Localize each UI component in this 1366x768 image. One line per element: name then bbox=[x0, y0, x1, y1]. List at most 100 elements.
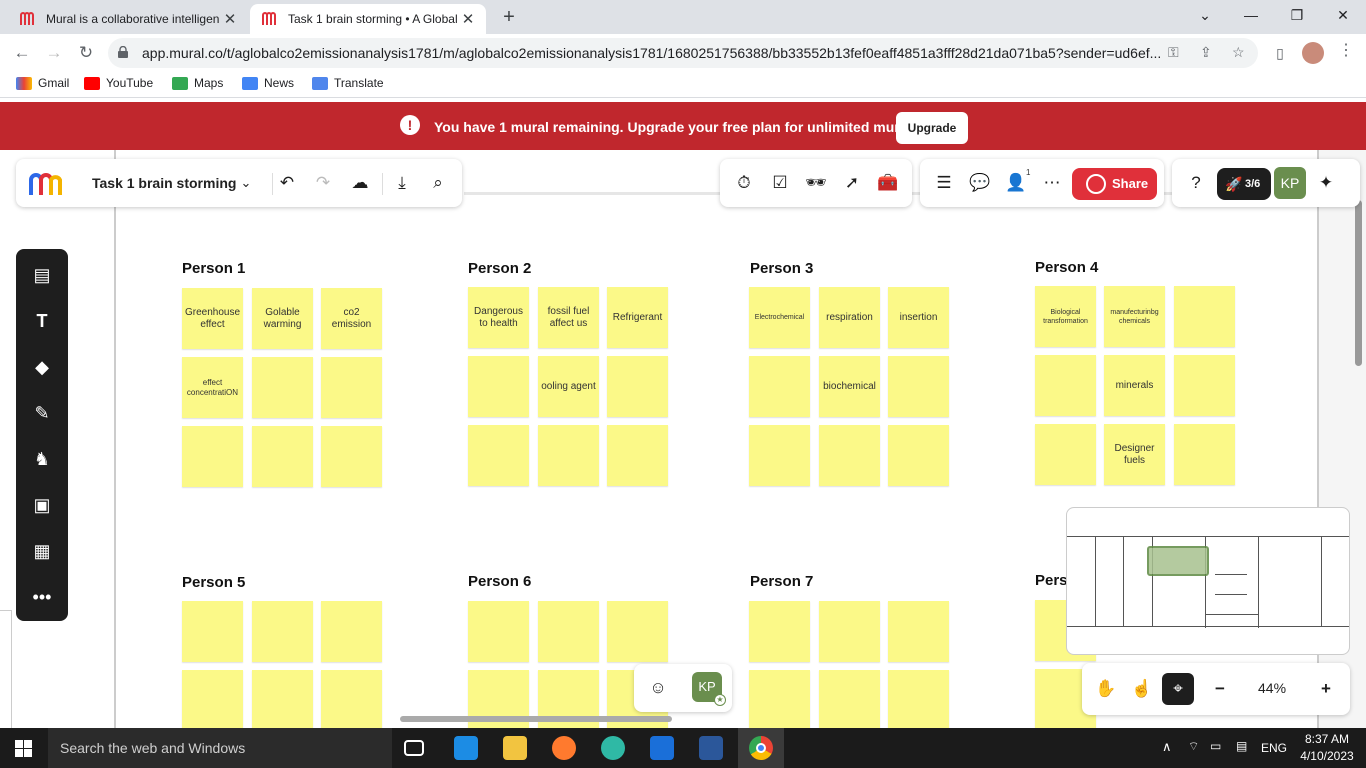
sticky-note[interactable] bbox=[252, 426, 313, 487]
word-icon[interactable] bbox=[699, 736, 723, 760]
close-tab-icon[interactable]: ✕ bbox=[222, 10, 238, 28]
clock-time[interactable]: 8:37 AM bbox=[1302, 732, 1352, 746]
sticky-note[interactable]: Biological transformation bbox=[1035, 286, 1096, 347]
volume-icon[interactable]: ▤ bbox=[1236, 739, 1247, 753]
sticky-note[interactable]: effect concentratiON bbox=[182, 357, 243, 418]
internet-explorer-icon[interactable] bbox=[650, 736, 674, 760]
zoom-out-icon[interactable]: − bbox=[1208, 677, 1232, 701]
battery-icon[interactable]: ▭ bbox=[1210, 739, 1221, 753]
text-tool-icon[interactable]: T bbox=[30, 309, 54, 333]
sticky-note[interactable] bbox=[888, 356, 949, 417]
language-indicator[interactable]: ENG bbox=[1261, 741, 1287, 755]
hand-pan-icon[interactable]: ✋ bbox=[1094, 677, 1118, 701]
sticky-note[interactable] bbox=[749, 670, 810, 728]
sticky-note[interactable]: respiration bbox=[819, 287, 880, 348]
sticky-note[interactable] bbox=[888, 601, 949, 662]
sticky-note[interactable] bbox=[182, 426, 243, 487]
download-icon[interactable]: ⤓ bbox=[390, 171, 414, 195]
sticky-note[interactable]: fossil fuel affect us bbox=[538, 287, 599, 348]
sticky-note[interactable] bbox=[321, 670, 382, 728]
sticky-note[interactable] bbox=[607, 425, 668, 486]
upgrade-button[interactable]: Upgrade bbox=[896, 112, 968, 144]
sticky-note[interactable] bbox=[819, 425, 880, 486]
close-window-icon[interactable]: ✕ bbox=[1320, 0, 1366, 32]
sticky-note[interactable] bbox=[538, 601, 599, 662]
windows-start-icon[interactable] bbox=[15, 740, 32, 757]
user-avatar[interactable]: KP bbox=[1274, 167, 1306, 199]
sticky-note[interactable] bbox=[182, 670, 243, 728]
sticky-note-tool-icon[interactable]: ▤ bbox=[30, 263, 54, 287]
zoom-in-icon[interactable]: + bbox=[1314, 677, 1338, 701]
address-bar[interactable]: app.mural.co/t/aglobalco2emissionanalysi… bbox=[108, 38, 1258, 68]
voting-icon[interactable]: ☑ bbox=[768, 171, 792, 195]
edge-icon[interactable] bbox=[601, 736, 625, 760]
sticky-note[interactable] bbox=[749, 425, 810, 486]
sticky-note[interactable] bbox=[607, 356, 668, 417]
sticky-note[interactable] bbox=[321, 426, 382, 487]
more-icon[interactable]: ⋯ bbox=[1040, 171, 1064, 195]
tab-search-icon[interactable]: ⌄ bbox=[1182, 0, 1228, 32]
sticky-note[interactable] bbox=[888, 670, 949, 728]
sticky-note[interactable] bbox=[1174, 424, 1235, 485]
profile-avatar[interactable] bbox=[1302, 42, 1324, 64]
sticky-note[interactable]: Designer fuels bbox=[1104, 424, 1165, 485]
sticky-note[interactable] bbox=[321, 601, 382, 662]
share-button[interactable]: Share bbox=[1072, 168, 1157, 200]
tab-task-brainstorming[interactable]: Task 1 brain storming • A Global ✕ bbox=[250, 4, 486, 34]
bookmark-maps[interactable]: Maps bbox=[172, 76, 223, 90]
image-tool-icon[interactable]: ▣ bbox=[30, 493, 54, 517]
side-panel-icon[interactable]: ▯ bbox=[1268, 41, 1292, 65]
mural-title[interactable]: Task 1 brain storming bbox=[92, 175, 236, 191]
sticky-note[interactable]: ooling agent bbox=[538, 356, 599, 417]
minimap-toggle-icon[interactable]: ⌖ bbox=[1162, 673, 1194, 705]
bookmark-star-icon[interactable]: ☆ bbox=[1232, 44, 1245, 61]
back-icon[interactable]: ← bbox=[10, 41, 34, 65]
toolkit-icon[interactable]: 🧰 bbox=[876, 171, 900, 195]
close-tab-icon[interactable]: ✕ bbox=[460, 10, 476, 28]
redo-icon[interactable]: ↷ bbox=[311, 171, 335, 195]
sticky-note[interactable]: biochemical bbox=[819, 356, 880, 417]
sparkle-icon[interactable]: ✦ bbox=[1314, 171, 1338, 195]
sticky-note[interactable] bbox=[321, 357, 382, 418]
undo-icon[interactable]: ↶ bbox=[275, 171, 299, 195]
share-page-icon[interactable]: ⇪ bbox=[1200, 44, 1212, 61]
sticky-note[interactable] bbox=[819, 670, 880, 728]
sticky-note[interactable] bbox=[1174, 355, 1235, 416]
minimize-icon[interactable]: — bbox=[1228, 0, 1274, 32]
bookmark-youtube[interactable]: YouTube bbox=[84, 76, 153, 90]
sticky-note[interactable] bbox=[1035, 424, 1096, 485]
timer-icon[interactable]: ⏱ bbox=[732, 171, 756, 195]
chrome-menu-icon[interactable]: ⋮ bbox=[1338, 40, 1354, 60]
task-view-icon[interactable] bbox=[404, 740, 424, 756]
sticky-note[interactable]: insertion bbox=[888, 287, 949, 348]
edge-legacy-icon[interactable] bbox=[454, 736, 478, 760]
sticky-note[interactable]: Dangerous to health bbox=[468, 287, 529, 348]
emoji-reaction-icon[interactable]: ☺ bbox=[646, 676, 670, 700]
chevron-down-icon[interactable]: ⌄ bbox=[234, 171, 258, 195]
bookmark-gmail[interactable]: Gmail bbox=[16, 76, 69, 90]
horizontal-scrollbar[interactable] bbox=[400, 716, 672, 722]
outline-icon[interactable]: ☰ bbox=[932, 171, 956, 195]
key-icon[interactable]: ⚿ bbox=[1168, 44, 1179, 61]
sticky-note[interactable]: minerals bbox=[1104, 355, 1165, 416]
sticky-note[interactable] bbox=[468, 601, 529, 662]
sticky-note[interactable]: Golable warming bbox=[252, 288, 313, 349]
onboarding-progress-button[interactable]: 🚀 3/6 bbox=[1217, 168, 1271, 200]
sticky-note[interactable]: manufecturinbg chemicals bbox=[1104, 286, 1165, 347]
forward-icon[interactable]: → bbox=[42, 41, 66, 65]
sticky-note[interactable] bbox=[538, 425, 599, 486]
sticky-note[interactable] bbox=[182, 601, 243, 662]
tab-mural-home[interactable]: Mural is a collaborative intelligen ✕ bbox=[8, 4, 248, 34]
minimap-viewport[interactable] bbox=[1147, 546, 1209, 576]
sticky-note[interactable] bbox=[468, 356, 529, 417]
minimap[interactable] bbox=[1066, 507, 1350, 655]
icons-llama-icon[interactable]: ♞ bbox=[30, 447, 54, 471]
sticky-note[interactable] bbox=[252, 601, 313, 662]
sticky-note[interactable] bbox=[607, 601, 668, 662]
bookmark-translate[interactable]: Translate bbox=[312, 76, 384, 90]
sticky-note[interactable] bbox=[1174, 286, 1235, 347]
sticky-note[interactable]: Electrochemical bbox=[749, 287, 810, 348]
sticky-note[interactable]: Greenhouse effect bbox=[182, 288, 243, 349]
templates-tool-icon[interactable]: ▦ bbox=[30, 539, 54, 563]
sticky-note[interactable] bbox=[252, 670, 313, 728]
